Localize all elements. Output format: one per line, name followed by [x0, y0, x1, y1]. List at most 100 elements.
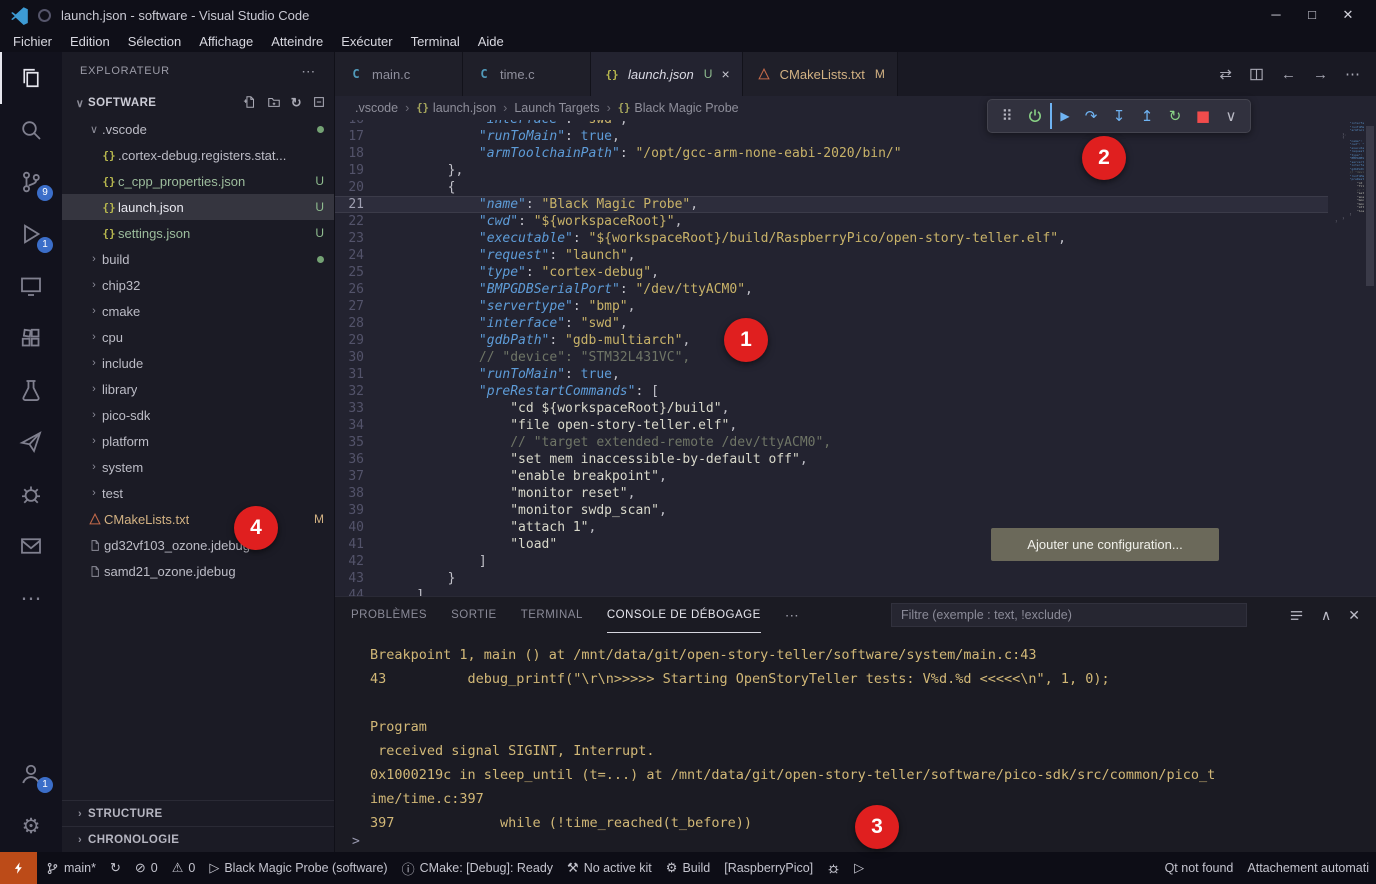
drag-icon[interactable]: ⠿	[994, 103, 1020, 129]
line-number[interactable]: 20	[335, 179, 385, 196]
power-icon[interactable]	[1022, 103, 1048, 129]
explorer-more-icon[interactable]: ⋯	[301, 63, 316, 80]
breadcrumb-black-magic-probe[interactable]: {}Black Magic Probe	[618, 101, 739, 115]
editor-more-icon[interactable]: ⋯	[1345, 65, 1360, 83]
refresh-icon[interactable]: ↻	[291, 95, 302, 111]
tree-item-include[interactable]: ›include	[62, 350, 334, 376]
panel-tab-sortie[interactable]: SORTIE	[451, 597, 497, 633]
status-remote[interactable]	[0, 852, 37, 884]
menu-s-lection[interactable]: Sélection	[119, 32, 190, 51]
workspace-section-header[interactable]: ∨ SOFTWARE ↻	[62, 90, 334, 116]
step-out-icon[interactable]: ↥	[1134, 103, 1160, 129]
breadcrumb-launch-json[interactable]: {}launch.json	[416, 101, 496, 115]
restart-icon[interactable]: ↻	[1162, 103, 1188, 129]
tab-launch-json[interactable]: {}launch.jsonU×	[591, 52, 743, 96]
line-number[interactable]: 21	[335, 196, 385, 213]
close-icon[interactable]: ✕	[1330, 7, 1366, 23]
tree-item-settings-json[interactable]: {}settings.jsonU	[62, 220, 334, 246]
activity-mail-tool[interactable]	[0, 520, 62, 572]
line-number[interactable]: 31	[335, 366, 385, 383]
line-number[interactable]: 30	[335, 349, 385, 366]
maximize-panel-icon[interactable]: ∧	[1321, 607, 1331, 624]
section-chronologie[interactable]: ›CHRONOLOGIE	[62, 826, 334, 852]
status-warnings[interactable]: ⚠0	[165, 852, 203, 884]
line-number[interactable]: 26	[335, 281, 385, 298]
line-number[interactable]: 25	[335, 264, 385, 281]
line-number[interactable]: 35	[335, 434, 385, 451]
tree-item-cmake[interactable]: ›cmake	[62, 298, 334, 324]
line-number[interactable]: 24	[335, 247, 385, 264]
line-number[interactable]: 44	[335, 587, 385, 596]
navigate-forward-icon[interactable]: →	[1313, 66, 1328, 83]
line-number[interactable]: 27	[335, 298, 385, 315]
breadcrumb-launch-targets[interactable]: Launch Targets	[514, 101, 599, 115]
activity-testing[interactable]	[0, 364, 62, 416]
line-number[interactable]: 19	[335, 162, 385, 179]
status-launch-config[interactable]: ▷Black Magic Probe (software)	[202, 852, 394, 884]
scrollbar-thumb[interactable]	[1366, 126, 1374, 286]
line-number[interactable]: 37	[335, 468, 385, 485]
new-file-icon[interactable]	[243, 95, 257, 109]
add-configuration-button[interactable]: Ajouter une configuration...	[991, 528, 1219, 561]
panel-tab-console-de-d-bogage[interactable]: CONSOLE DE DÉBOGAGE	[607, 597, 761, 633]
status-sync[interactable]: ↻	[103, 852, 128, 884]
tree-item-system[interactable]: ›system	[62, 454, 334, 480]
open-changes-icon[interactable]: ⇄	[1219, 65, 1232, 83]
panel-tab-probl-mes[interactable]: PROBLÈMES	[351, 597, 427, 633]
tree-item-launch-json[interactable]: {}launch.jsonU	[62, 194, 334, 220]
line-number[interactable]: 43	[335, 570, 385, 587]
minimap[interactable]: "interface": "swd", "runToMain": true, "…	[1328, 120, 1364, 596]
status-cmake-status[interactable]: ⓘCMake: [Debug]: Ready	[395, 852, 560, 884]
line-number[interactable]: 38	[335, 485, 385, 502]
line-number[interactable]: 42	[335, 553, 385, 570]
tree-item-samd21-ozone-jdebug[interactable]: samd21_ozone.jdebug	[62, 558, 334, 584]
line-number[interactable]: 16	[335, 120, 385, 128]
line-number[interactable]: 32	[335, 383, 385, 400]
step-into-icon[interactable]: ↧	[1106, 103, 1132, 129]
tab-main-c[interactable]: Cmain.c	[335, 52, 463, 96]
activity-explorer[interactable]	[0, 52, 62, 104]
tree-item-cpu[interactable]: ›cpu	[62, 324, 334, 350]
line-number[interactable]: 33	[335, 400, 385, 417]
close-tab-icon[interactable]: ×	[721, 66, 729, 82]
line-number[interactable]: 39	[335, 502, 385, 519]
line-number[interactable]: 41	[335, 536, 385, 553]
menu-aide[interactable]: Aide	[469, 32, 513, 51]
tree-item-c-cpp-properties-json[interactable]: {}c_cpp_properties.jsonU	[62, 168, 334, 194]
line-number[interactable]: 29	[335, 332, 385, 349]
line-number[interactable]: 18	[335, 145, 385, 162]
line-number[interactable]: 28	[335, 315, 385, 332]
line-number[interactable]: 17	[335, 128, 385, 145]
status-target[interactable]: [RaspberryPico]	[717, 852, 820, 884]
clear-console-icon[interactable]	[1289, 608, 1304, 623]
tree-item-library[interactable]: ›library	[62, 376, 334, 402]
continue-icon[interactable]: ▶	[1050, 103, 1076, 129]
line-number[interactable]: 23	[335, 230, 385, 247]
tree-item-platform[interactable]: ›platform	[62, 428, 334, 454]
breadcrumb-vscode[interactable]: .vscode	[355, 101, 398, 115]
step-over-icon[interactable]: ↷	[1078, 103, 1104, 129]
activity-more[interactable]: ⋯	[0, 572, 62, 624]
line-number[interactable]: 36	[335, 451, 385, 468]
activity-run-debug[interactable]: 1	[0, 208, 62, 260]
section-structure[interactable]: ›STRUCTURE	[62, 800, 334, 826]
tree-item-test[interactable]: ›test	[62, 480, 334, 506]
collapse-all-icon[interactable]	[312, 95, 326, 109]
status-branch[interactable]: main*	[39, 852, 103, 884]
activity-deploy[interactable]	[0, 416, 62, 468]
status-build[interactable]: ⚙Build	[659, 852, 717, 884]
stop-icon[interactable]: ■	[1190, 103, 1216, 129]
new-folder-icon[interactable]	[267, 95, 281, 109]
status-run[interactable]: ▷	[847, 852, 871, 884]
tree-item-build[interactable]: ›build	[62, 246, 334, 272]
code-editor[interactable]: 16 "interface": "swd",17 "runToMain": tr…	[335, 120, 1328, 596]
status-kit[interactable]: ⚒No active kit	[560, 852, 659, 884]
split-editor-icon[interactable]	[1249, 67, 1264, 82]
line-number[interactable]: 34	[335, 417, 385, 434]
activity-source-control[interactable]: 9	[0, 156, 62, 208]
status-debug[interactable]	[820, 852, 847, 884]
chevron-icon[interactable]: ∨	[1218, 103, 1244, 129]
status-auto-attach[interactable]: Attachement automati	[1240, 852, 1376, 884]
tree-item-vscode[interactable]: ∨.vscode	[62, 116, 334, 142]
tree-item-chip32[interactable]: ›chip32	[62, 272, 334, 298]
